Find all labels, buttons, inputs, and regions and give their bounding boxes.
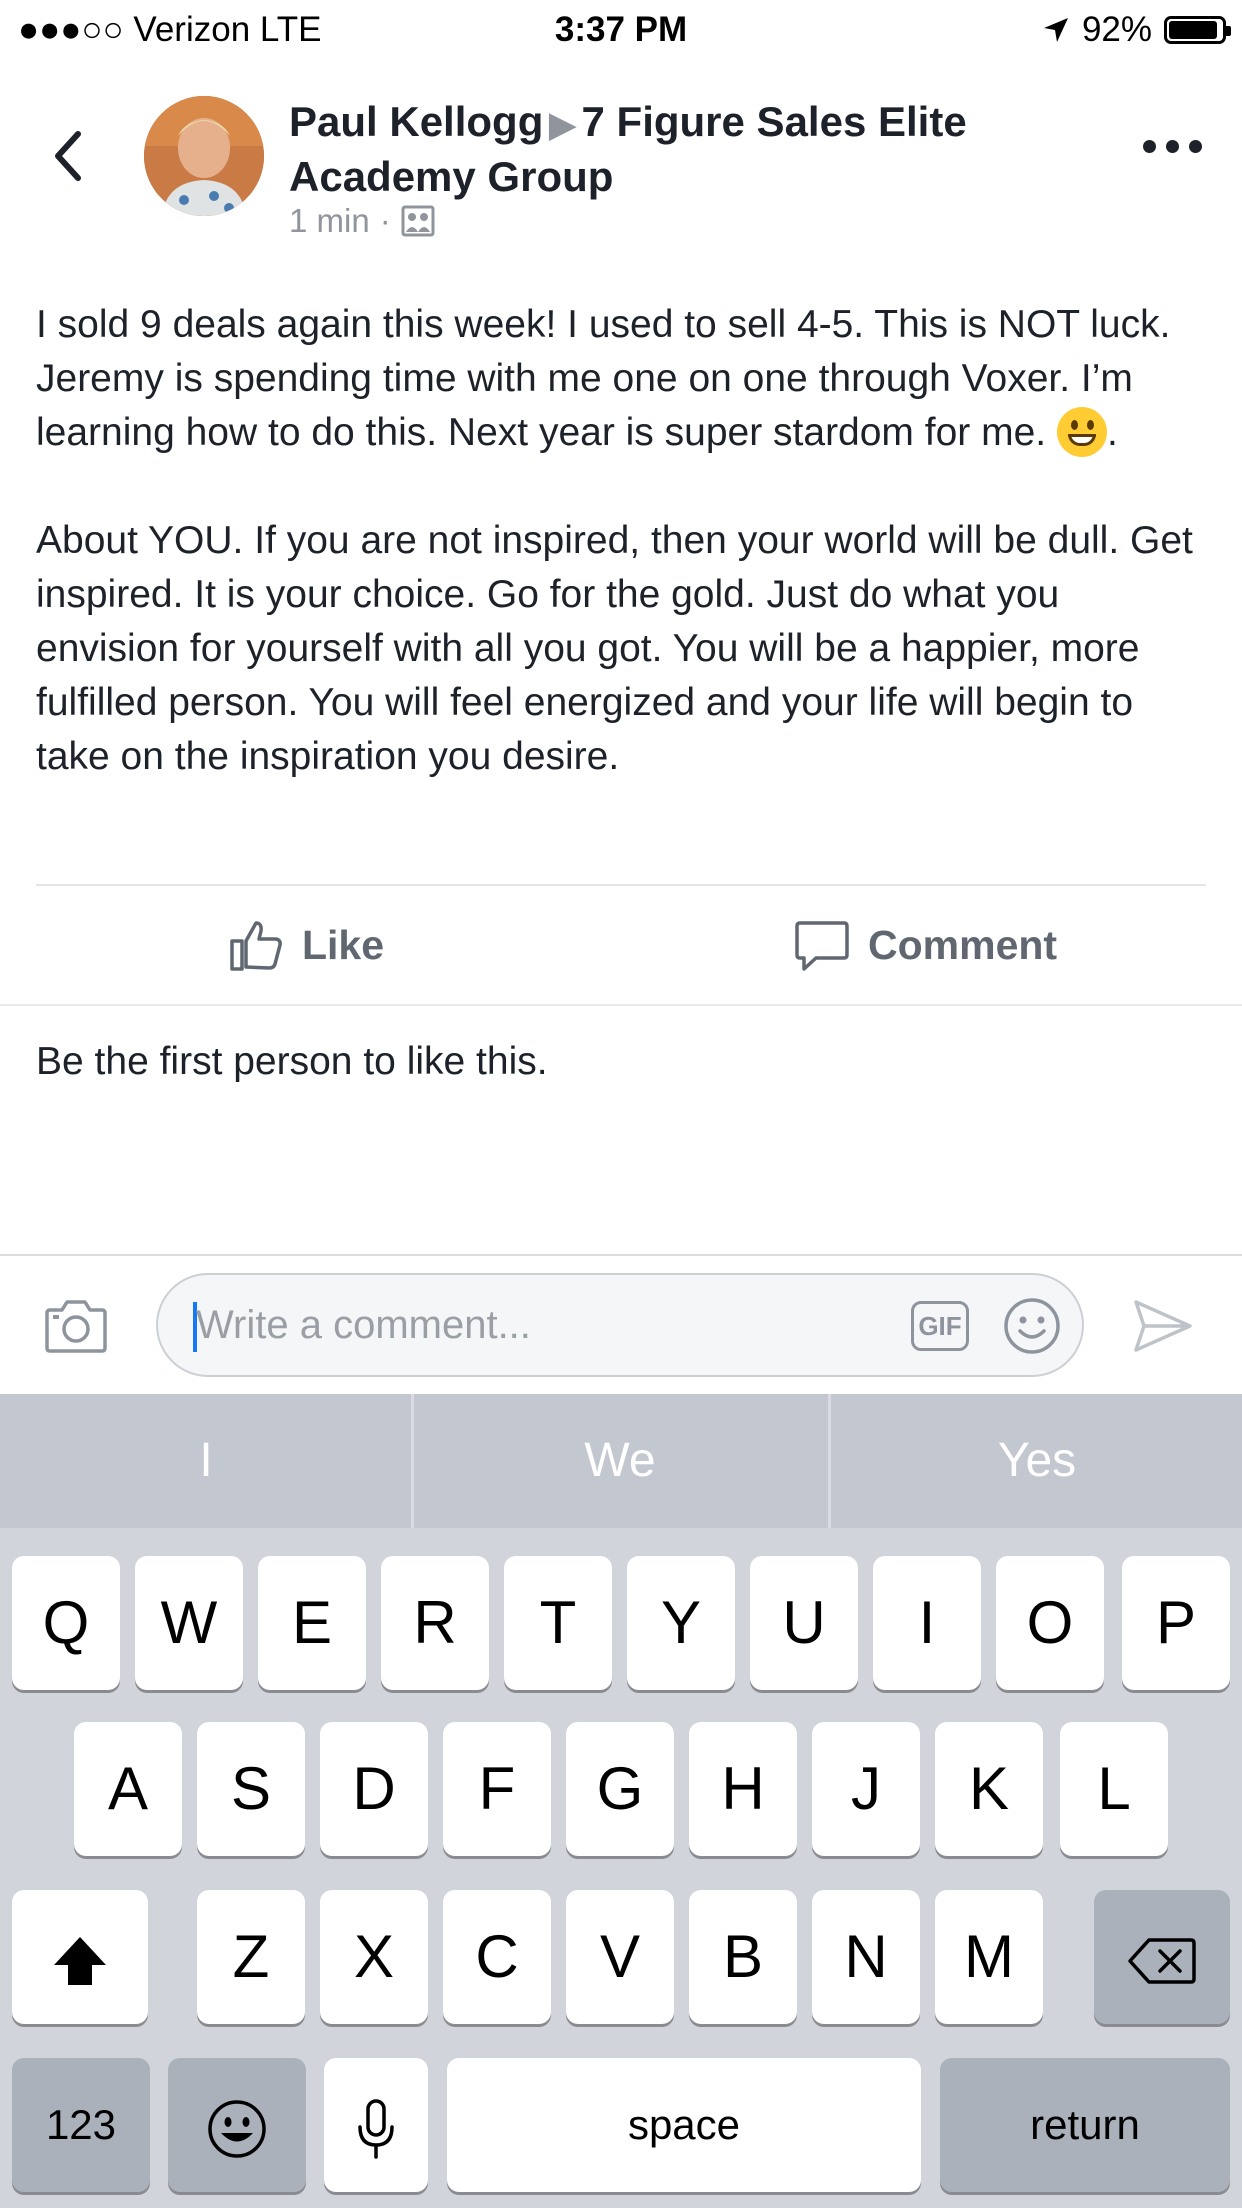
comment-bubble-icon — [795, 921, 849, 971]
key-t[interactable]: T — [504, 1556, 612, 1690]
comment-button[interactable]: Comment — [794, 910, 1057, 980]
send-icon[interactable] — [1132, 1298, 1194, 1354]
key-b[interactable]: B — [689, 1890, 797, 2024]
status-bar: ●●●○○ Verizon LTE 3:37 PM 92% — [0, 0, 1242, 60]
backspace-key[interactable] — [1094, 1890, 1230, 2024]
divider — [0, 1004, 1242, 1006]
divider — [36, 884, 1206, 886]
key-r[interactable]: R — [381, 1556, 489, 1690]
key-x[interactable]: X — [320, 1890, 428, 2024]
key-z[interactable]: Z — [197, 1890, 305, 2024]
post-meta: 1 min · — [289, 202, 435, 240]
post-time[interactable]: 1 min — [289, 202, 370, 240]
key-h[interactable]: H — [689, 1722, 797, 1856]
back-chevron-icon[interactable] — [48, 128, 88, 184]
status-right: 92% — [1042, 10, 1231, 50]
smiley-icon[interactable] — [1003, 1297, 1061, 1355]
like-label: Like — [302, 921, 385, 968]
like-button[interactable]: Like — [228, 910, 384, 980]
suggestion-2[interactable]: We — [414, 1394, 826, 1528]
thumbs-up-icon — [230, 921, 282, 971]
more-dots-icon[interactable] — [1143, 140, 1202, 153]
key-y[interactable]: Y — [627, 1556, 735, 1690]
numbers-key[interactable]: 123 — [12, 2058, 150, 2192]
meta-dot: · — [379, 202, 391, 239]
key-m[interactable]: M — [935, 1890, 1043, 2024]
key-i[interactable]: I — [873, 1556, 981, 1690]
key-s[interactable]: S — [197, 1722, 305, 1856]
key-k[interactable]: K — [935, 1722, 1043, 1856]
backspace-icon — [1128, 1938, 1196, 1984]
key-w[interactable]: W — [135, 1556, 243, 1690]
battery-percent: 92% — [1081, 10, 1152, 49]
likes-summary: Be the first person to like this. — [36, 1040, 548, 1083]
comment-placeholder: Write a comment... — [196, 1303, 531, 1347]
arrow-right-icon: ▶ — [549, 106, 576, 144]
emoji-key-icon — [208, 2100, 266, 2158]
shift-key[interactable] — [12, 1890, 148, 2024]
key-j[interactable]: J — [812, 1722, 920, 1856]
post-body: I sold 9 deals again this week! I used t… — [36, 298, 1206, 784]
key-l[interactable]: L — [1060, 1722, 1168, 1856]
battery-icon — [1164, 16, 1231, 44]
key-v[interactable]: V — [566, 1890, 674, 2024]
gif-icon[interactable]: GIF — [911, 1301, 969, 1351]
key-n[interactable]: N — [812, 1890, 920, 2024]
space-key[interactable]: space — [447, 2058, 921, 2192]
camera-icon[interactable] — [44, 1296, 108, 1354]
post-paragraph-2: About YOU. If you are not inspired, then… — [36, 519, 1193, 778]
key-g[interactable]: G — [566, 1722, 674, 1856]
author-name[interactable]: Paul Kellogg — [289, 98, 543, 145]
avatar[interactable] — [144, 96, 264, 216]
key-q[interactable]: Q — [12, 1556, 120, 1690]
group-icon — [401, 205, 435, 237]
suggestion-1[interactable]: I — [0, 1394, 412, 1528]
key-c[interactable]: C — [443, 1890, 551, 2024]
grinning-emoji-icon — [1056, 407, 1107, 457]
key-a[interactable]: A — [74, 1722, 182, 1856]
post-paragraph-1: I sold 9 deals again this week! I used t… — [36, 298, 1206, 460]
key-d[interactable]: D — [320, 1722, 428, 1856]
return-key[interactable]: return — [940, 2058, 1230, 2192]
key-p[interactable]: P — [1122, 1556, 1230, 1690]
divider — [0, 1254, 1242, 1256]
key-o[interactable]: O — [996, 1556, 1104, 1690]
key-e[interactable]: E — [258, 1556, 366, 1690]
key-f[interactable]: F — [443, 1722, 551, 1856]
post-header-title: Paul Kellogg ▶ 7 Figure Sales Elite Academ… — [289, 96, 1009, 202]
dictation-key[interactable] — [324, 2058, 428, 2192]
suggestion-3[interactable]: Yes — [831, 1394, 1242, 1528]
comment-label: Comment — [868, 921, 1058, 968]
shift-icon — [54, 1937, 106, 1986]
emoji-key[interactable] — [168, 2058, 306, 2192]
microphone-icon — [358, 2099, 394, 2159]
location-arrow-icon — [1043, 18, 1068, 42]
key-u[interactable]: U — [750, 1556, 858, 1690]
